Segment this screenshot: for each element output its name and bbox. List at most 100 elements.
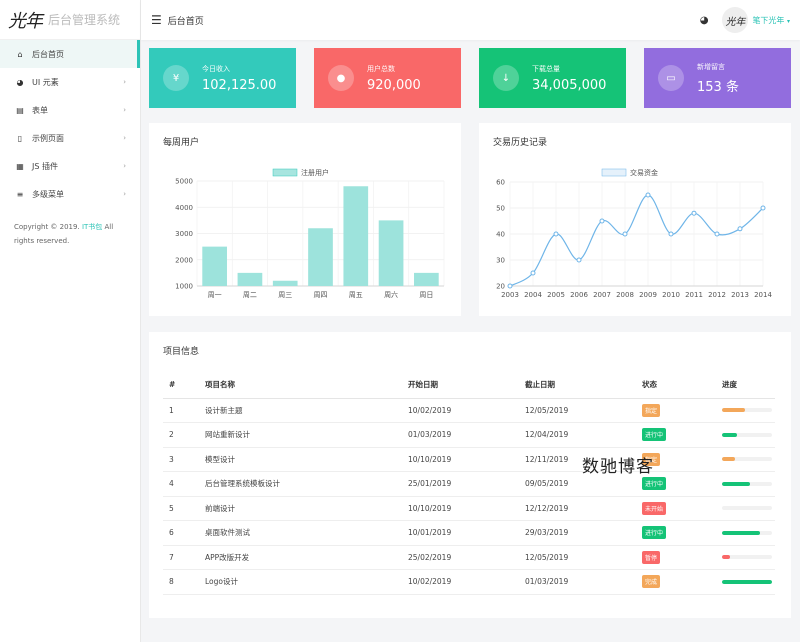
- chevron-right-icon: ›: [123, 78, 126, 86]
- sidebar-item[interactable]: ◕ UI 元素 ›: [0, 68, 140, 96]
- end-date: 12/05/2019: [523, 545, 640, 570]
- stat-label: 下载总量: [532, 64, 560, 73]
- x-tick-label: 2014: [754, 291, 772, 299]
- sidebar-item[interactable]: ≡ 多级菜单 ›: [0, 180, 140, 208]
- progress-cell: [720, 398, 775, 423]
- user-menu[interactable]: 笔下光年 ▾: [752, 15, 790, 26]
- status-badge: 进行中: [642, 428, 667, 442]
- table-header-cell: 状态: [640, 372, 720, 399]
- trade-history-card: 交易历史记录 交易资金 20 30 40 50 60 2003 2004 2005 2006 200…: [479, 123, 791, 316]
- menu-toggle-icon[interactable]: ☰: [151, 13, 162, 27]
- home-icon: ⌂: [17, 49, 23, 59]
- series-line: [509, 194, 764, 287]
- progress-bar: [722, 555, 772, 560]
- stat-value: 102,125.00: [202, 77, 277, 93]
- start-date: 01/03/2019: [406, 422, 523, 448]
- status-badge: 暂停: [642, 550, 661, 564]
- table-header-row: # 项目名称 开始日期 截止日期 状态 进度: [163, 372, 775, 399]
- progress-cell: [720, 545, 775, 570]
- progress-fill: [722, 579, 772, 584]
- progress-cell: [720, 471, 775, 497]
- table-row: 2 网站重新设计 01/03/2019 12/04/2019 进行中: [163, 422, 775, 448]
- status-cell: 未开始: [640, 496, 720, 521]
- palette-icon: ◕: [16, 77, 24, 87]
- sidebar-item[interactable]: ▦ JS 插件 ›: [0, 152, 140, 180]
- table-row: 1 设计新主题 10/02/2019 12/05/2019 指定: [163, 398, 775, 423]
- row-number: 8: [163, 569, 203, 595]
- x-tick-label: 2005: [547, 291, 565, 299]
- legend-label: 交易资金: [630, 168, 658, 177]
- table-row: 8 Logo设计 10/02/2019 01/03/2019 完成: [163, 569, 775, 595]
- sidebar-item-label: 示例页面: [32, 133, 64, 143]
- weekly-users-chart: 注册用户 1000 2000 3000 4000 5000 周一 周二 周三 周四 周五 周六 周日: [175, 168, 445, 299]
- sidebar-item[interactable]: ⌂ 后台首页: [0, 40, 140, 68]
- data-point: [553, 231, 559, 237]
- yen-icon: ¥: [163, 65, 189, 91]
- progress-fill: [722, 555, 730, 560]
- row-number: 6: [163, 520, 203, 546]
- avatar[interactable]: 光年: [722, 7, 749, 33]
- progress-bar: [722, 457, 772, 462]
- progress-fill: [722, 457, 735, 462]
- chevron-right-icon: ›: [123, 162, 126, 170]
- copyright-text: Copyright © 2019.: [14, 223, 80, 231]
- data-point: [622, 231, 628, 237]
- x-tick-label: 2006: [570, 291, 588, 299]
- stat-value: 34,005,000: [532, 77, 607, 93]
- table-header-cell: 开始日期: [406, 372, 523, 399]
- x-tick-label: 2011: [685, 291, 703, 299]
- stat-text: 新增留言 153 条: [697, 62, 777, 95]
- stat-label: 今日收入: [202, 64, 230, 73]
- data-point: [668, 231, 674, 237]
- stat-value: 920,000: [367, 77, 421, 93]
- x-tick-label: 周六: [384, 290, 398, 299]
- row-number: 1: [163, 398, 203, 423]
- legend-label: 注册用户: [301, 168, 329, 177]
- bar: [272, 280, 298, 286]
- progress-bar: [722, 481, 772, 486]
- sidebar-item-label: 表单: [32, 105, 48, 115]
- data-point: [599, 218, 605, 224]
- sidebar-item[interactable]: ▯ 示例页面 ›: [0, 124, 140, 152]
- project-title: 项目信息: [163, 347, 200, 357]
- table-row: 3 模型设计 10/10/2019 12/11/2019 指定: [163, 447, 775, 472]
- status-badge: 完成: [642, 575, 661, 589]
- sidebar-item[interactable]: ▤ 表单 ›: [0, 96, 140, 124]
- row-number: 5: [163, 496, 203, 521]
- x-tick-label: 周二: [243, 291, 257, 299]
- stat-card: ● 用户总数 920,000: [314, 48, 461, 108]
- x-tick-label: 周一: [208, 291, 222, 299]
- x-tick-label: 2012: [708, 291, 726, 299]
- start-date: 10/02/2019: [406, 569, 523, 595]
- progress-cell: [720, 569, 775, 595]
- progress-bar: [722, 432, 772, 437]
- project-name: Logo设计: [203, 569, 406, 595]
- stat-card: ↓ 下载总量 34,005,000: [479, 48, 626, 108]
- end-date: 12/05/2019: [523, 398, 640, 423]
- data-point: [576, 257, 582, 263]
- legend-swatch: [601, 168, 627, 177]
- end-date: 12/04/2019: [523, 422, 640, 448]
- bar: [378, 220, 404, 286]
- progress-bar: [722, 579, 772, 584]
- bar: [414, 272, 439, 286]
- x-tick-label: 2010: [662, 291, 680, 299]
- weekly-users-card: 每周用户 注册用户 1000 2000 3000 4000 5000 周一 周二 周三 周四 周五周…: [149, 123, 461, 316]
- x-tick-label: 2009: [639, 291, 657, 299]
- copyright-link[interactable]: IT书包: [82, 223, 102, 231]
- stat-label: 用户总数: [367, 64, 395, 73]
- progress-cell: [720, 520, 775, 546]
- trade-history-chart: 交易资金 20 30 40 50 60 2003 2004 2005 2006 2007 2008 20…: [496, 168, 772, 299]
- sidebar: 光年 后台管理系统 ⌂ 后台首页 ◕ UI 元素 › ▤ 表单 › ▯ 示例页面 › ▦ JS 插件 › ≡…: [0, 0, 141, 642]
- brand[interactable]: 光年 后台管理系统: [0, 0, 140, 40]
- legend-swatch: [272, 168, 298, 177]
- y-tick-label: 40: [496, 231, 505, 239]
- stat-text: 下载总量 34,005,000: [532, 64, 612, 93]
- row-number: 7: [163, 545, 203, 570]
- status-cell: 进行中: [640, 520, 720, 546]
- menu-icon: ≡: [16, 189, 24, 199]
- data-point: [737, 226, 743, 232]
- palette-icon[interactable]: ◕: [700, 15, 709, 26]
- project-name: APP改版开发: [203, 545, 406, 570]
- download-icon: ↓: [493, 65, 519, 91]
